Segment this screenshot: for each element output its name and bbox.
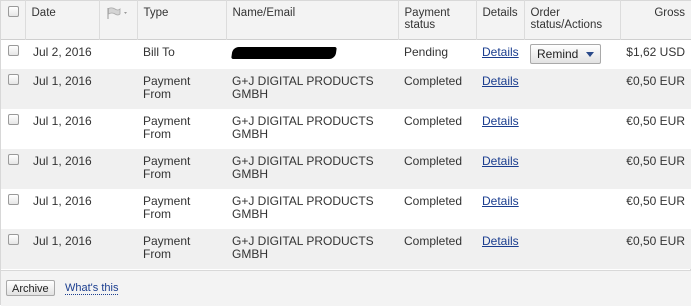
row-date: Jul 1, 2016 <box>33 193 92 208</box>
select-all-cell <box>1 0 26 40</box>
row-select-cell <box>1 109 25 149</box>
flag-icon <box>106 7 130 22</box>
details-link[interactable]: Details <box>482 74 519 88</box>
row-name: G+J DIGITAL PRODUCTS GMBH <box>232 113 374 141</box>
row-select-cell <box>1 69 25 109</box>
row-details-cell: Details <box>476 40 524 69</box>
row-action-cell: Remind <box>524 40 620 69</box>
details-link[interactable]: Details <box>482 234 519 248</box>
table-row: Jul 1, 2016 Payment From G+J DIGITAL PRO… <box>1 228 691 269</box>
row-date: Jul 1, 2016 <box>33 73 92 88</box>
table-row: Jul 1, 2016 Payment From G+J DIGITAL PRO… <box>1 188 691 229</box>
column-header-date[interactable]: Date <box>25 0 100 40</box>
row-gross: $1,62 USD <box>626 45 685 59</box>
table-footer: Archive What's this <box>1 270 691 306</box>
row-date: Jul 1, 2016 <box>33 153 92 168</box>
row-details-cell: Details <box>476 149 524 189</box>
row-date: Jul 1, 2016 <box>33 233 92 248</box>
column-header-order-status: Order status/Actions <box>524 0 621 40</box>
transactions-panel: Date Type Name/Email Payment status Deta… <box>0 0 691 306</box>
row-type: Bill To <box>143 45 175 59</box>
chevron-down-icon <box>586 51 595 57</box>
row-date: Jul 1, 2016 <box>33 113 92 128</box>
row-date: Jul 2, 2016 <box>33 45 92 59</box>
row-gross: €0,50 EUR <box>626 73 685 88</box>
row-status: Pending <box>404 45 449 59</box>
row-action-cell <box>524 189 620 229</box>
column-header-type[interactable]: Type <box>137 0 227 40</box>
row-select-cell <box>1 149 25 189</box>
row-name: G+J DIGITAL PRODUCTS GMBH <box>232 233 374 261</box>
row-checkbox[interactable] <box>8 73 19 85</box>
column-header-name-email[interactable]: Name/Email <box>226 0 399 40</box>
row-details-cell: Details <box>476 189 524 229</box>
row-checkbox[interactable] <box>8 113 19 125</box>
details-link[interactable]: Details <box>482 194 519 208</box>
row-status: Completed <box>404 193 463 208</box>
redacted-name <box>231 47 337 59</box>
details-link[interactable]: Details <box>482 154 519 168</box>
table-row: Jul 2, 2016 Bill To Pending Details Remi… <box>1 39 691 69</box>
table-row: Jul 1, 2016 Payment From G+J DIGITAL PRO… <box>1 68 691 109</box>
row-gross: €0,50 EUR <box>626 113 685 128</box>
row-select-cell <box>1 229 25 269</box>
row-gross: €0,50 EUR <box>626 193 685 208</box>
row-gross: €0,50 EUR <box>626 153 685 168</box>
row-action-cell <box>524 229 620 269</box>
details-link[interactable]: Details <box>482 45 519 59</box>
row-type: Payment From <box>143 113 191 141</box>
row-details-cell: Details <box>476 109 524 149</box>
row-checkbox[interactable] <box>8 45 19 56</box>
transactions-table: Date Type Name/Email Payment status Deta… <box>1 0 691 269</box>
row-type: Payment From <box>143 153 191 181</box>
row-status: Completed <box>404 233 463 248</box>
row-name: G+J DIGITAL PRODUCTS GMBH <box>232 73 374 101</box>
row-status: Completed <box>404 153 463 168</box>
row-status: Completed <box>404 73 463 88</box>
row-action-cell <box>524 149 620 189</box>
row-name <box>226 40 398 69</box>
table-row: Jul 1, 2016 Payment From G+J DIGITAL PRO… <box>1 148 691 189</box>
column-header-flag[interactable] <box>99 0 138 40</box>
row-details-cell: Details <box>476 229 524 269</box>
archive-button[interactable]: Archive <box>6 280 55 296</box>
remind-button[interactable]: Remind <box>530 44 602 64</box>
row-checkbox[interactable] <box>8 193 19 205</box>
row-select-cell <box>1 40 25 69</box>
column-header-details: Details <box>476 0 525 40</box>
details-link[interactable]: Details <box>482 114 519 128</box>
row-select-cell <box>1 189 25 229</box>
row-type: Payment From <box>143 193 191 221</box>
table-header-row: Date Type Name/Email Payment status Deta… <box>1 0 691 40</box>
table-row: Jul 1, 2016 Payment From G+J DIGITAL PRO… <box>1 108 691 149</box>
column-header-payment-status[interactable]: Payment status <box>398 0 477 40</box>
row-action-cell <box>524 69 620 109</box>
row-checkbox[interactable] <box>8 153 19 165</box>
row-details-cell: Details <box>476 69 524 109</box>
select-all-checkbox[interactable] <box>8 6 19 17</box>
column-header-gross[interactable]: Gross <box>620 1 691 40</box>
row-type: Payment From <box>143 233 191 261</box>
row-status: Completed <box>404 113 463 128</box>
row-gross: €0,50 EUR <box>626 233 685 248</box>
whats-this-link[interactable]: What's this <box>65 282 119 295</box>
row-name: G+J DIGITAL PRODUCTS GMBH <box>232 153 374 181</box>
row-type: Payment From <box>143 73 191 101</box>
row-checkbox[interactable] <box>8 233 19 245</box>
row-action-cell <box>524 109 620 149</box>
row-name: G+J DIGITAL PRODUCTS GMBH <box>232 193 374 221</box>
remind-label: Remind <box>537 46 579 61</box>
